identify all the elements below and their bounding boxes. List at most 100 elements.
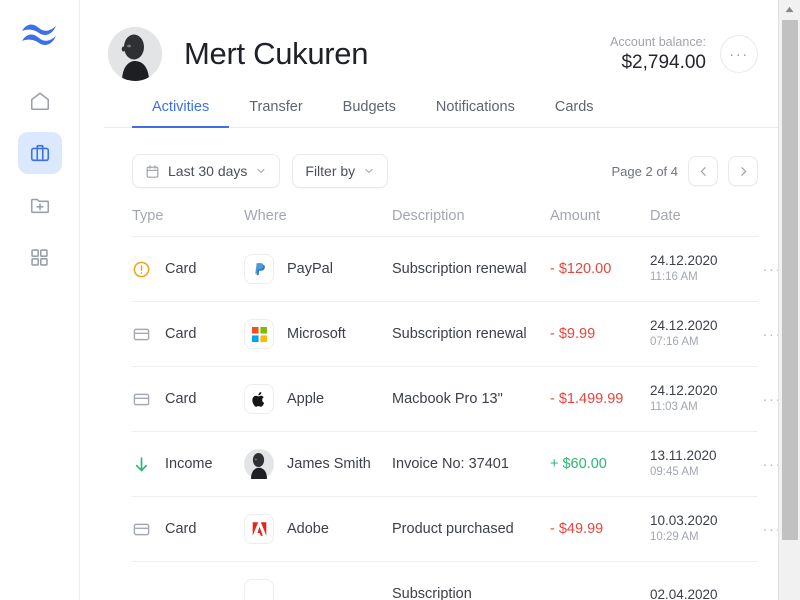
cell-amount: + $60.00 bbox=[550, 456, 607, 472]
scrollbar-thumb[interactable] bbox=[782, 20, 798, 540]
tab-notifications[interactable]: Notifications bbox=[416, 90, 535, 128]
page-scrollbar[interactable] bbox=[778, 0, 800, 600]
cell-date: 24.12.2020 11:16 AM bbox=[650, 252, 742, 286]
cell-date: 24.12.2020 11:03 AM bbox=[650, 382, 742, 416]
sidebar bbox=[0, 0, 80, 600]
app-root: Mert Cukuren Account balance: $2,794.00 … bbox=[0, 0, 800, 600]
cell-amount: - $9.99 bbox=[550, 326, 596, 342]
paypal-logo bbox=[244, 254, 274, 284]
tab-cards[interactable]: Cards bbox=[535, 90, 614, 128]
sidebar-item-home[interactable] bbox=[18, 80, 62, 122]
tab-transfer[interactable]: Transfer bbox=[229, 90, 322, 128]
cell-date: 10.03.2020 10:29 AM bbox=[650, 512, 742, 546]
date-value: 10.03.2020 bbox=[650, 513, 718, 528]
type-label: Card bbox=[165, 521, 197, 537]
toolbar: Last 30 days Filter by Page 2 of 4 bbox=[104, 128, 780, 188]
content-column: Mert Cukuren Account balance: $2,794.00 … bbox=[80, 0, 781, 600]
microsoft-logo bbox=[244, 319, 274, 349]
cell-description: Subscription renewal bbox=[392, 326, 527, 342]
row-actions-button[interactable]: ··· bbox=[742, 457, 782, 472]
folder-plus-icon bbox=[30, 198, 49, 214]
row-actions-button[interactable]: ··· bbox=[742, 262, 782, 277]
sidebar-item-new-folder[interactable] bbox=[18, 184, 62, 226]
column-header-date: Date bbox=[650, 208, 681, 224]
calendar-icon bbox=[146, 164, 159, 178]
prev-page-button[interactable] bbox=[688, 156, 718, 186]
cell-amount: - $1.499.99 bbox=[550, 391, 624, 407]
scroll-up-button[interactable] bbox=[779, 0, 800, 18]
header-more-button[interactable]: ··· bbox=[720, 35, 758, 73]
cell-where: Apple bbox=[244, 384, 392, 414]
credit-card-icon bbox=[133, 523, 150, 535]
table-row[interactable]: Income James Smith Invoice No: 37401 + $… bbox=[132, 432, 781, 497]
table-row[interactable]: Card PayPal Subscription renewal - $120.… bbox=[132, 237, 781, 302]
cell-description: Product purchased bbox=[392, 521, 514, 537]
type-label: Card bbox=[165, 261, 197, 277]
date-value: 13.11.2020 bbox=[650, 448, 717, 463]
where-label: Adobe bbox=[287, 521, 329, 537]
date-range-label: Last 30 days bbox=[168, 163, 248, 179]
sidebar-nav bbox=[17, 80, 62, 278]
cell-amount: - $49.99 bbox=[550, 521, 604, 537]
time-value: 11:03 AM bbox=[650, 401, 698, 413]
cell-where: James Smith bbox=[244, 449, 392, 479]
arrow-down-icon bbox=[135, 456, 148, 471]
row-actions-button[interactable]: ··· bbox=[742, 522, 782, 537]
cell-where: Adobe bbox=[244, 514, 392, 544]
apple-logo bbox=[244, 384, 274, 414]
where-label: James Smith bbox=[287, 456, 371, 472]
date-range-dropdown[interactable]: Last 30 days bbox=[132, 154, 281, 188]
cell-type: Card bbox=[132, 390, 244, 409]
date-value: 24.12.2020 bbox=[650, 318, 718, 333]
time-value: 07:16 AM bbox=[650, 336, 699, 348]
sidebar-item-briefcase[interactable] bbox=[17, 132, 62, 174]
triangle-up-icon bbox=[785, 6, 794, 12]
type-label: Card bbox=[165, 326, 197, 342]
sidebar-item-apps[interactable] bbox=[18, 236, 62, 278]
tab-bar: Activities Transfer Budgets Notification… bbox=[104, 90, 780, 128]
chevron-down-icon bbox=[363, 165, 375, 177]
credit-card-icon bbox=[133, 328, 150, 340]
where-label: Microsoft bbox=[287, 326, 346, 342]
balance-label: Account balance: bbox=[610, 34, 706, 49]
tab-activities[interactable]: Activities bbox=[132, 90, 230, 128]
chevron-left-icon bbox=[700, 166, 706, 176]
type-label: Income bbox=[165, 456, 213, 472]
home-icon bbox=[30, 92, 49, 111]
cell-description: Subscription renewal bbox=[392, 261, 527, 277]
row-actions-button[interactable]: ··· bbox=[742, 392, 782, 407]
cell-where: PayPal bbox=[244, 254, 392, 284]
cell-type: Income bbox=[132, 455, 244, 474]
page-title: Mert Cukuren bbox=[184, 36, 369, 71]
table-row[interactable]: Card Adobe Product purchased - $49.99 10… bbox=[132, 497, 781, 562]
chevron-right-icon bbox=[740, 166, 746, 176]
account-balance-block: Account balance: $2,794.00 ··· bbox=[610, 34, 758, 75]
table-row[interactable]: Subscription 02.04.2020 bbox=[132, 562, 758, 600]
filter-by-dropdown[interactable]: Filter by bbox=[292, 154, 389, 188]
column-header-type: Type bbox=[132, 208, 164, 224]
grid-icon bbox=[31, 248, 48, 266]
cell-where: Microsoft bbox=[244, 319, 392, 349]
app-logo[interactable] bbox=[0, 0, 79, 58]
cell-where bbox=[244, 579, 392, 600]
date-value: 24.12.2020 bbox=[650, 253, 718, 268]
briefcase-icon bbox=[30, 144, 49, 162]
generic-logo bbox=[244, 579, 274, 600]
cell-type: Card bbox=[132, 325, 244, 344]
table-row[interactable]: Card Apple Macbook Pro 13" - $1.499.99 2… bbox=[132, 367, 781, 432]
row-actions-button[interactable]: ··· bbox=[742, 327, 782, 342]
cell-type: Card bbox=[132, 260, 244, 279]
cell-date: 24.12.2020 07:16 AM bbox=[650, 317, 742, 351]
chevron-down-icon bbox=[255, 165, 267, 177]
table-row[interactable]: Card Microsoft Subscription renewal - $9… bbox=[132, 302, 781, 367]
time-value: 10:29 AM bbox=[650, 531, 699, 543]
cell-description: Invoice No: 37401 bbox=[392, 456, 509, 472]
tab-budgets[interactable]: Budgets bbox=[323, 90, 416, 128]
person-avatar bbox=[244, 449, 274, 479]
cell-date: 13.11.2020 09:45 AM bbox=[650, 447, 742, 481]
column-header-description: Description bbox=[392, 208, 465, 224]
alert-circle-icon bbox=[133, 261, 150, 277]
user-avatar bbox=[108, 27, 162, 81]
date-value: 24.12.2020 bbox=[650, 383, 718, 398]
next-page-button[interactable] bbox=[728, 156, 758, 186]
